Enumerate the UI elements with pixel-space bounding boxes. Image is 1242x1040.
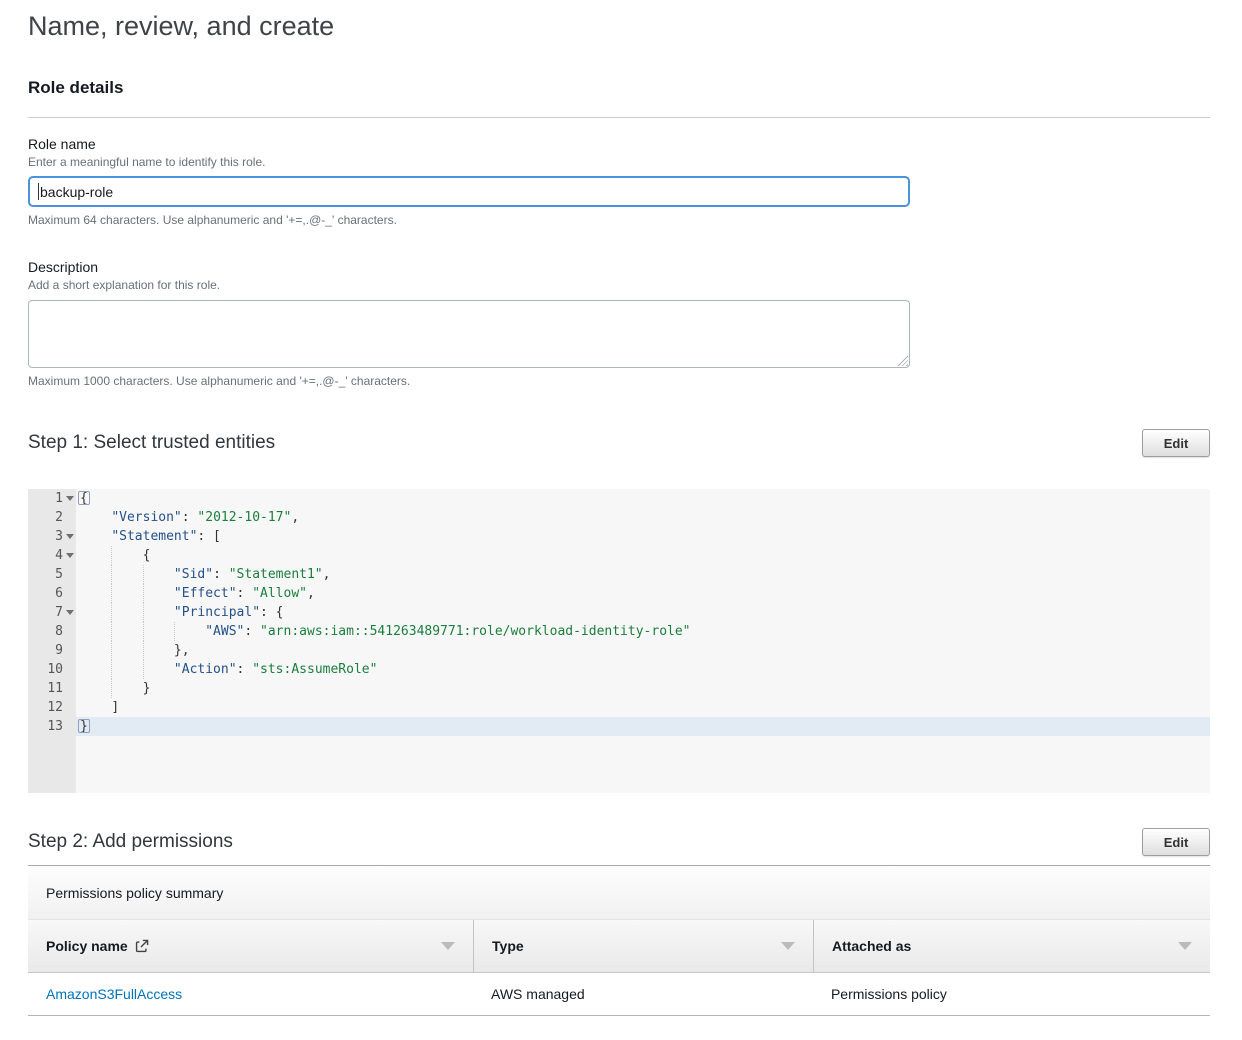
fold-arrow-icon[interactable] [66,496,74,501]
code-text: "Statement": [ [76,527,1210,546]
cell-attached-as: Permissions policy [813,973,1210,1015]
code-text: }, [76,641,1210,660]
code-text: "Effect": "Allow", [76,584,1210,603]
code-line-2[interactable]: 2 "Version": "2012-10-17", [28,508,1210,527]
column-header-policy-name[interactable]: Policy name [28,920,473,972]
fold-arrow-icon[interactable] [66,610,74,615]
code-text: { [76,489,1210,508]
fold-arrow-icon[interactable] [66,534,74,539]
code-text: "AWS": "arn:aws:iam::541263489771:role/w… [76,622,1210,641]
code-line-6[interactable]: 6 "Effect": "Allow", [28,584,1210,603]
filter-icon[interactable] [781,942,795,950]
role-name-field: Role name Enter a meaningful name to ide… [28,136,1210,227]
code-line-5[interactable]: 5 "Sid": "Statement1", [28,565,1210,584]
code-text: "Action": "sts:AssumeRole" [76,660,1210,679]
column-header-type[interactable]: Type [473,920,813,972]
code-text: ] [76,698,1210,717]
permissions-panel: Permissions policy summary Policy name T… [28,865,1210,1016]
permissions-panel-title: Permissions policy summary [46,885,223,901]
line-number: 9 [28,641,76,660]
page-title: Name, review, and create [28,10,1210,42]
line-number: 1 [28,489,76,508]
code-line-4[interactable]: 4 { [28,546,1210,565]
code-line-11[interactable]: 11 } [28,679,1210,698]
cell-type: AWS managed [473,973,813,1015]
line-number: 7 [28,603,76,622]
code-text: } [76,679,1210,698]
cell-policy-name: AmazonS3FullAccess [28,973,473,1015]
indent-guide [111,622,112,641]
indent-guide [111,546,112,565]
filter-icon[interactable] [441,942,455,950]
line-number: 8 [28,622,76,641]
step2-heading: Step 2: Add permissions [28,828,233,853]
indent-guide [143,660,144,679]
code-line-8[interactable]: 8 "AWS": "arn:aws:iam::541263489771:role… [28,622,1210,641]
role-name-label: Role name [28,136,1210,152]
role-details-divider [28,117,1210,118]
code-line-1[interactable]: 1{ [28,489,1210,508]
step2-header-row: Step 2: Add permissions Edit [28,828,1210,856]
text-caret [38,183,39,200]
step2-edit-button[interactable]: Edit [1142,828,1210,856]
indent-guide [143,622,144,641]
permissions-table-header: Policy name Type Attached as [28,920,1210,973]
code-text: "Sid": "Statement1", [76,565,1210,584]
step1-heading: Step 1: Select trusted entities [28,429,275,454]
indent-guide [111,660,112,679]
line-number: 5 [28,565,76,584]
permissions-table-row: AmazonS3FullAccess AWS managed Permissio… [28,973,1210,1016]
description-label: Description [28,259,1210,275]
line-number: 13 [28,717,76,736]
description-textarea[interactable] [28,300,910,368]
code-text: { [76,546,1210,565]
indent-guide [143,584,144,603]
code-text: } [76,717,1210,736]
indent-guide [143,603,144,622]
code-line-12[interactable]: 12 ] [28,698,1210,717]
filter-icon[interactable] [1178,942,1192,950]
indent-guide [143,641,144,660]
description-constraint: Maximum 1000 characters. Use alphanumeri… [28,374,1210,388]
code-line-3[interactable]: 3 "Statement": [ [28,527,1210,546]
indent-guide [111,603,112,622]
role-details-heading: Role details [28,78,1210,98]
code-line-9[interactable]: 9 }, [28,641,1210,660]
permissions-panel-header: Permissions policy summary [28,866,1210,920]
fold-arrow-icon[interactable] [66,553,74,558]
line-number: 4 [28,546,76,565]
code-line-10[interactable]: 10 "Action": "sts:AssumeRole" [28,660,1210,679]
role-name-constraint: Maximum 64 characters. Use alphanumeric … [28,213,1210,227]
code-line-7[interactable]: 7 "Principal": { [28,603,1210,622]
indent-guide [143,565,144,584]
name-review-create-page: Name, review, and create Role details Ro… [0,0,1242,1040]
role-name-input[interactable] [28,176,910,207]
column-header-attached-as[interactable]: Attached as [813,920,1210,972]
policy-name-link[interactable]: AmazonS3FullAccess [46,986,182,1002]
line-number: 2 [28,508,76,527]
code-line-13[interactable]: 13} [28,717,1210,736]
indent-guide [111,679,112,698]
code-text: "Principal": { [76,603,1210,622]
line-number: 10 [28,660,76,679]
line-number: 12 [28,698,76,717]
step1-edit-button[interactable]: Edit [1142,429,1210,457]
indent-guide [111,584,112,603]
role-name-hint: Enter a meaningful name to identify this… [28,155,1210,169]
trust-policy-json-editor[interactable]: 1{2 "Version": "2012-10-17",3 "Statement… [28,489,1210,793]
indent-guide [111,565,112,584]
line-number: 3 [28,527,76,546]
line-number: 6 [28,584,76,603]
step1-header-row: Step 1: Select trusted entities Edit [28,429,1210,457]
description-field: Description Add a short explanation for … [28,259,1210,388]
description-hint: Add a short explanation for this role. [28,278,1210,292]
indent-guide [111,641,112,660]
external-link-icon [135,939,149,953]
code-text: "Version": "2012-10-17", [76,508,1210,527]
line-number: 11 [28,679,76,698]
indent-guide [174,622,175,641]
